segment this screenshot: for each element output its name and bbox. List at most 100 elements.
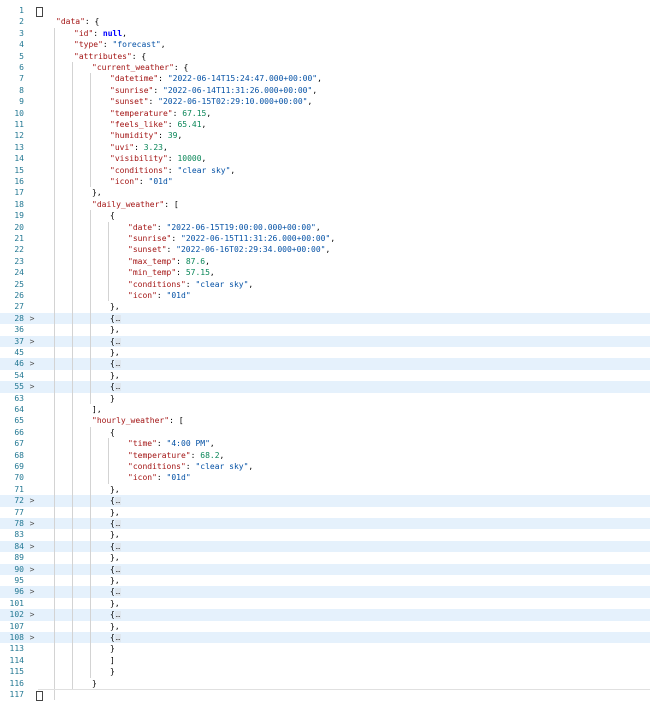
- editor-line[interactable]: 78 > {…: [0, 518, 650, 530]
- code-editor[interactable]: 1 2 "data": {3 "id": null, 4 "type": "forecas…: [0, 0, 650, 709]
- editor-line[interactable]: 70 "icon": "01d": [0, 472, 650, 484]
- editor-line[interactable]: 7 "datetime": "2022-06-14T15:24:47.000+00…: [0, 73, 650, 85]
- editor-line[interactable]: 13 "uvi": 3.23,: [0, 141, 650, 154]
- editor-line[interactable]: 15 "conditions": "clear sky",: [0, 164, 650, 176]
- editor-line[interactable]: 54},: [0, 369, 650, 382]
- chevron-right-icon[interactable]: >: [28, 518, 36, 529]
- folded-ellipsis[interactable]: …: [114, 634, 122, 642]
- chevron-right-icon[interactable]: >: [28, 541, 36, 552]
- editor-line[interactable]: 21 "sunrise": "2022-06-15T11:31:26.000+00…: [0, 233, 650, 245]
- chevron-right-icon[interactable]: >: [28, 358, 36, 369]
- editor-line[interactable]: 20 "date": "2022-06-15T19:00:00.000+00:00…: [0, 221, 650, 233]
- editor-line[interactable]: 17},: [0, 187, 650, 199]
- editor-line[interactable]: 3 "id": null,: [0, 27, 650, 40]
- line-number: 1: [19, 6, 24, 15]
- editor-line[interactable]: 25 "conditions": "clear sky",: [0, 278, 650, 290]
- editor-line[interactable]: 68 "temperature": 68.2,: [0, 449, 650, 461]
- editor-line[interactable]: 72 > {…: [0, 495, 650, 507]
- editor-line[interactable]: 46 > {…: [0, 358, 650, 370]
- editor-line[interactable]: 108 > {…: [0, 632, 650, 644]
- chevron-right-icon[interactable]: >: [28, 632, 36, 643]
- editor-line[interactable]: 84 > {…: [0, 540, 650, 553]
- code-token: 87.6: [185, 256, 206, 266]
- editor-line[interactable]: 83},: [0, 529, 650, 541]
- editor-line[interactable]: 101},: [0, 597, 650, 610]
- chevron-right-icon[interactable]: >: [28, 381, 36, 392]
- chevron-right-icon[interactable]: >: [28, 586, 36, 597]
- editor-line[interactable]: 65 "hourly_weather": [: [0, 415, 650, 427]
- editor-line[interactable]: 27},: [0, 301, 650, 313]
- chevron-right-icon[interactable]: >: [28, 336, 36, 347]
- editor-line[interactable]: 6 "current_weather": {: [0, 62, 650, 74]
- editor-line[interactable]: 28 > {…: [0, 312, 650, 325]
- editor-line[interactable]: 89},: [0, 552, 650, 564]
- indent-guide: [54, 347, 55, 359]
- folded-ellipsis[interactable]: …: [114, 588, 122, 597]
- editor-line[interactable]: 90 > {…: [0, 563, 650, 575]
- editor-line[interactable]: 102 > {…: [0, 609, 650, 621]
- folded-ellipsis[interactable]: …: [114, 565, 122, 574]
- code-token: ]: [110, 655, 115, 665]
- editor-line[interactable]: 5 "attributes": {: [0, 50, 650, 62]
- code-token: ,: [248, 462, 254, 471]
- code-text: "date": "2022-06-15T19:00:00.000+00:00",: [128, 222, 650, 233]
- code-text: },: [110, 301, 650, 312]
- editor-line[interactable]: 18 "daily_weather": [: [0, 198, 650, 211]
- editor-line[interactable]: 71},: [0, 483, 650, 496]
- indent-guide: [72, 119, 73, 131]
- editor-line[interactable]: 55 > {…: [0, 381, 650, 393]
- editor-line[interactable]: 8 "sunrise": "2022-06-14T11:31:26.000+00:…: [0, 84, 650, 97]
- indent-guide: [72, 563, 73, 575]
- editor-line[interactable]: 113}: [0, 643, 650, 655]
- chevron-right-icon[interactable]: >: [28, 313, 36, 324]
- folded-ellipsis[interactable]: …: [114, 383, 122, 392]
- line-number: 19: [14, 211, 24, 221]
- editor-line[interactable]: 11 "feels_like": 65.41,: [0, 119, 650, 131]
- folded-ellipsis[interactable]: …: [114, 611, 122, 620]
- editor-line[interactable]: 1: [0, 5, 650, 16]
- line-number: 115: [9, 667, 24, 677]
- editor-line[interactable]: 37 > {…: [0, 335, 650, 347]
- indent-guide: [54, 415, 55, 427]
- code-text: },: [110, 324, 650, 335]
- folded-ellipsis[interactable]: …: [114, 360, 122, 369]
- folded-ellipsis[interactable]: …: [114, 542, 122, 551]
- editor-line[interactable]: 96 > {…: [0, 586, 650, 598]
- editor-line[interactable]: 26 "icon": "01d": [0, 290, 650, 302]
- editor-line[interactable]: 19 {: [0, 210, 650, 222]
- editor-line[interactable]: 77},: [0, 506, 650, 518]
- editor-line[interactable]: 116}: [0, 677, 650, 689]
- editor-line[interactable]: 24 "min_temp": 57.15,: [0, 267, 650, 279]
- editor-line[interactable]: 117: [0, 689, 650, 701]
- editor-line[interactable]: 66 {: [0, 426, 650, 439]
- code-text: {: [110, 427, 650, 438]
- folded-ellipsis[interactable]: …: [114, 520, 122, 528]
- editor-line[interactable]: 10 "temperature": 67.15,: [0, 107, 650, 119]
- editor-line[interactable]: 64],: [0, 404, 650, 416]
- folded-ellipsis[interactable]: …: [114, 497, 122, 506]
- editor-line[interactable]: 14 "visibility": 10000,: [0, 153, 650, 165]
- editor-line[interactable]: 63}: [0, 392, 650, 404]
- indent-guide: [108, 449, 109, 461]
- chevron-right-icon[interactable]: >: [28, 495, 36, 506]
- folded-ellipsis[interactable]: …: [114, 314, 122, 323]
- editor-line[interactable]: 115}: [0, 666, 650, 678]
- line-number: 22: [14, 245, 24, 255]
- chevron-right-icon[interactable]: >: [28, 609, 36, 620]
- editor-line[interactable]: 45},: [0, 347, 650, 359]
- editor-line[interactable]: 36},: [0, 324, 650, 336]
- editor-line[interactable]: 9 "sunset": "2022-06-15T02:29:10.000+00:0…: [0, 96, 650, 108]
- editor-line[interactable]: 107},: [0, 620, 650, 632]
- editor-line[interactable]: 12 "humidity": 39,: [0, 130, 650, 142]
- editor-line[interactable]: 95},: [0, 575, 650, 587]
- editor-line[interactable]: 22 "sunset": "2022-06-16T02:29:34.000+00:…: [0, 244, 650, 256]
- editor-line[interactable]: 114]: [0, 654, 650, 667]
- editor-line[interactable]: 23 "max_temp": 87.6,: [0, 255, 650, 268]
- folded-ellipsis[interactable]: …: [114, 337, 122, 346]
- editor-line[interactable]: 67 "time": "4:00 PM",: [0, 438, 650, 450]
- editor-line[interactable]: 69 "conditions": "clear sky",: [0, 461, 650, 473]
- editor-line[interactable]: 16 "icon": "01d": [0, 176, 650, 188]
- editor-line[interactable]: 4 "type": "forecast",: [0, 39, 650, 51]
- editor-line[interactable]: 2 "data": {: [0, 16, 650, 27]
- chevron-right-icon[interactable]: >: [28, 564, 36, 575]
